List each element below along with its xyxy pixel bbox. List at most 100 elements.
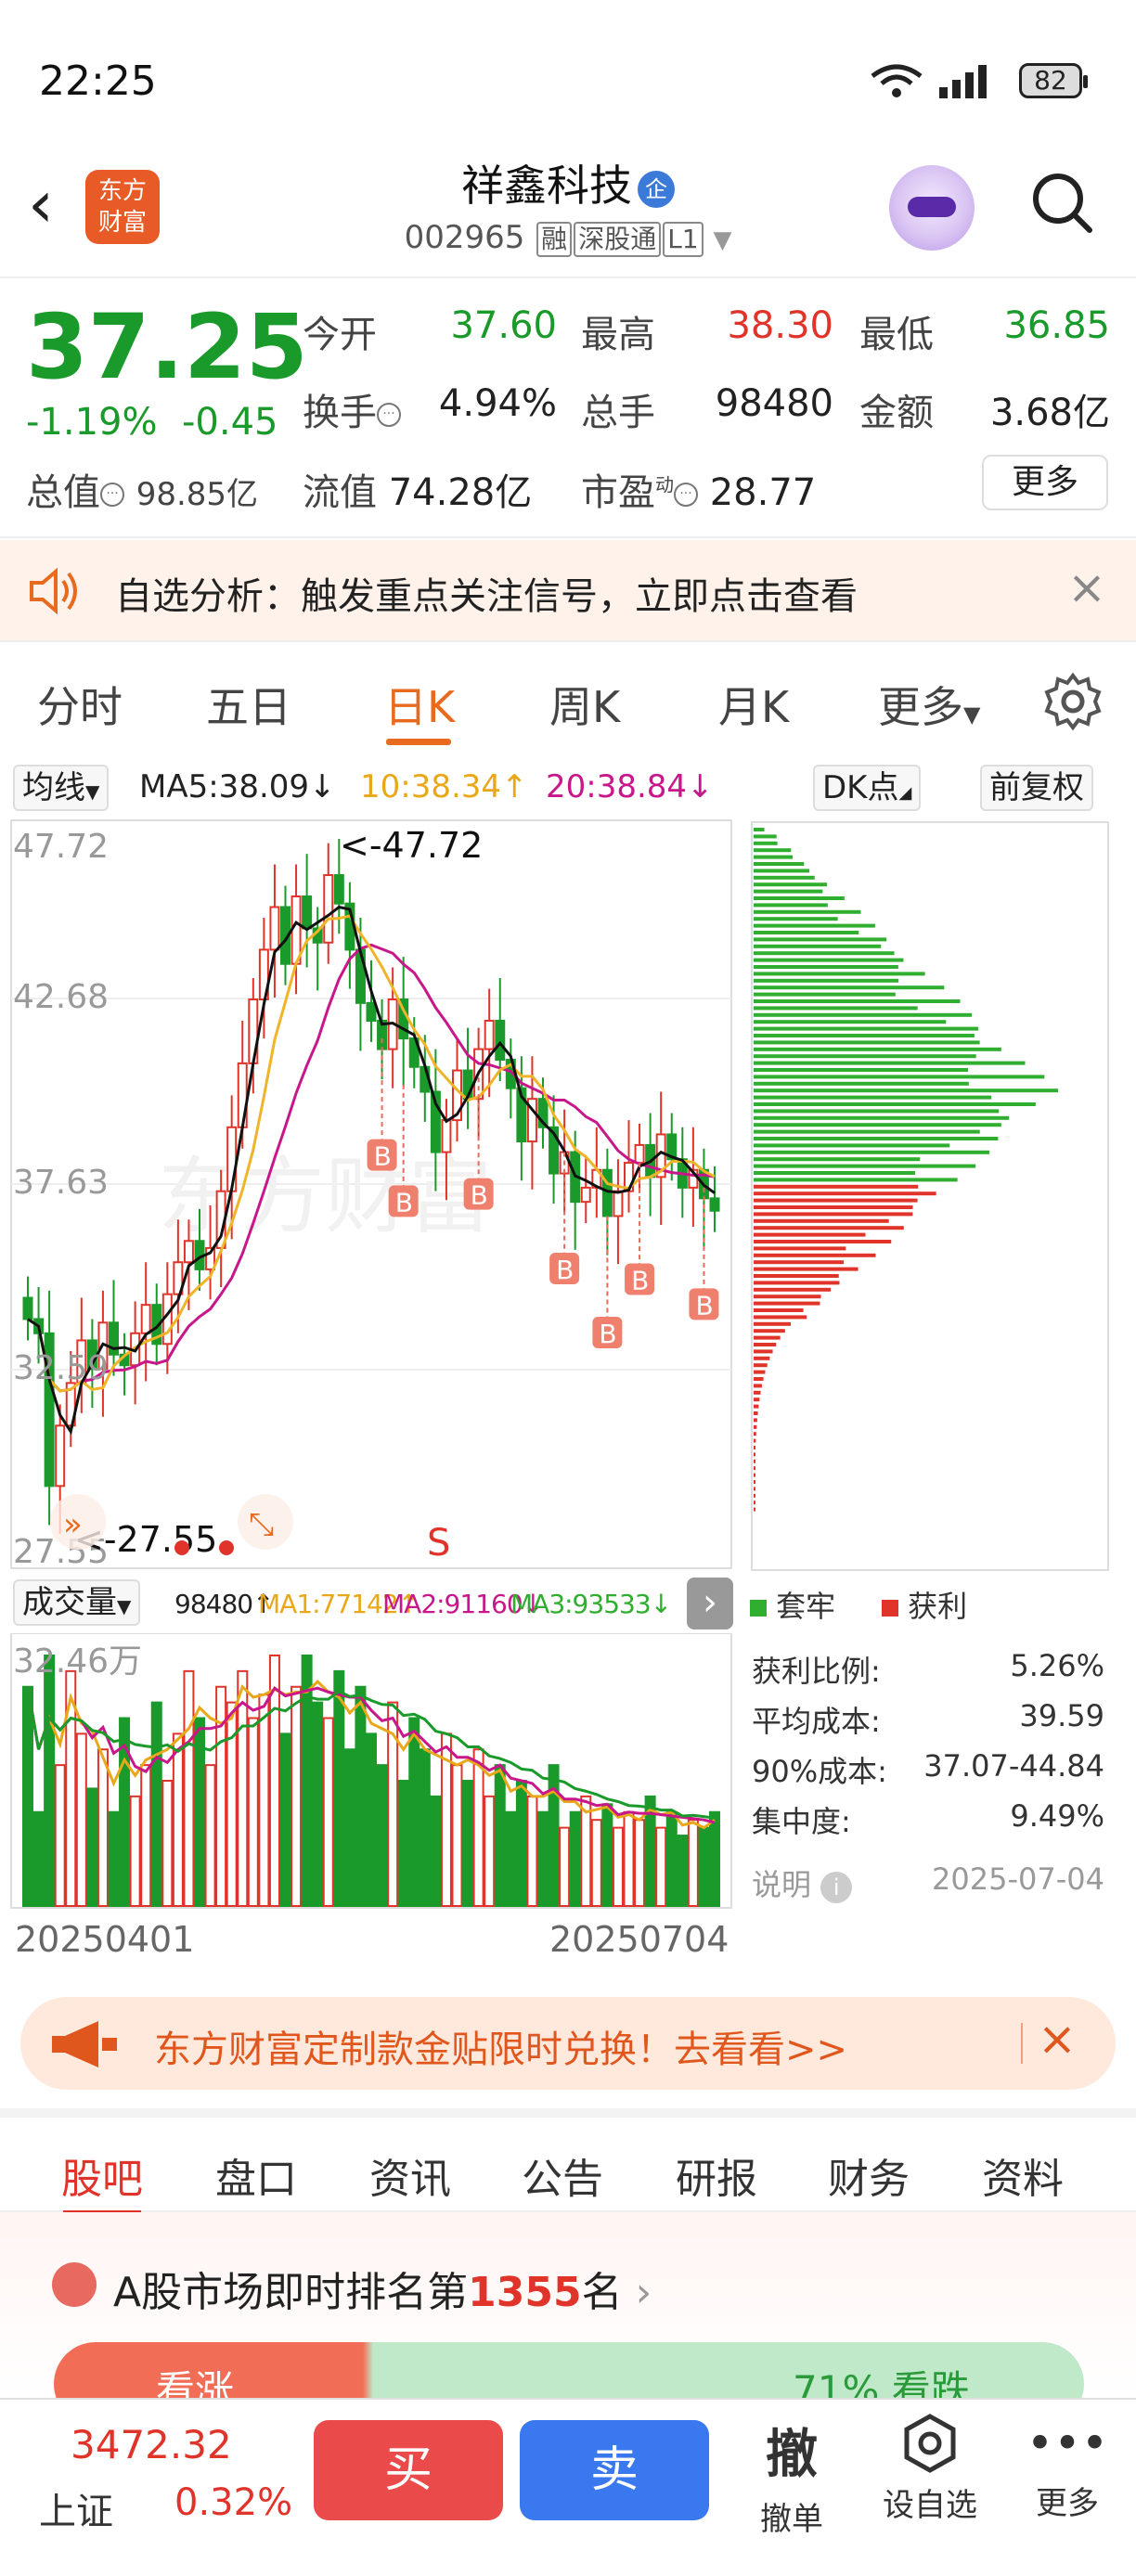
buy-marker-label: B [695, 1290, 713, 1320]
assistant-robot-icon[interactable] [889, 165, 975, 251]
sell-button[interactable]: 卖 [520, 2420, 709, 2520]
dropdown-triangle-icon: ▼ [713, 226, 732, 254]
chip-bar [754, 841, 778, 845]
chip-bar [754, 1205, 913, 1209]
tab-five-day[interactable]: 五日 [206, 674, 291, 735]
chip-bar [754, 972, 925, 976]
add-watchlist-button[interactable]: 设自选 [874, 2413, 986, 2525]
chip-bar [754, 992, 896, 997]
candle [601, 1168, 613, 1217]
chip-bar [754, 1397, 760, 1402]
search-icon[interactable] [1028, 169, 1093, 234]
more-button[interactable]: ••• 更多 [1021, 2413, 1114, 2523]
chip-bar [754, 1253, 876, 1257]
ma-selector[interactable]: 均线▼ [13, 765, 110, 811]
alert-banner[interactable]: 自选分析：触发重点关注信号，立即点击查看 × [0, 540, 1136, 642]
tab-news[interactable]: 资讯 [369, 2145, 451, 2205]
close-icon[interactable]: × [1067, 560, 1106, 614]
signal-dot [219, 1540, 234, 1555]
volume-bar [590, 1819, 602, 1907]
volume-bar [161, 1780, 174, 1907]
close-icon[interactable]: × [1038, 2012, 1077, 2066]
tab-daily-k[interactable]: 日K [384, 674, 455, 735]
amount-label: 金额 [859, 392, 934, 434]
chip-bar [754, 1171, 915, 1175]
status-time: 22:25 [39, 58, 157, 105]
market-cap: 总值 ··· 98.85亿 [26, 471, 259, 514]
chip-bar [754, 1081, 969, 1086]
index-value[interactable]: 3472.32 [71, 2422, 232, 2467]
active-tab-indicator [386, 739, 451, 745]
buy-marker-label: B [556, 1255, 574, 1285]
tab-orderbook[interactable]: 盘口 [215, 2145, 297, 2205]
y-label-4: 32.59 [13, 1349, 109, 1387]
tab-finance[interactable]: 财务 [828, 2145, 910, 2205]
chip-bar [754, 1418, 757, 1423]
volume-bar [526, 1795, 538, 1907]
stat-profit-ratio: 获利比例: 5.26% [752, 1648, 1104, 1689]
more-quote-button[interactable]: 更多 [982, 455, 1108, 510]
volume-bar [343, 1748, 355, 1907]
chip-bar [754, 965, 898, 969]
chip-bar [754, 1123, 1001, 1127]
tab-profile[interactable]: 资料 [982, 2145, 1064, 2205]
info-dot-icon[interactable]: ··· [674, 483, 698, 507]
volume-selector[interactable]: 成交量▼ [13, 1579, 141, 1626]
low-value: 36.85 [1003, 304, 1110, 347]
info-dot-icon[interactable]: ··· [100, 483, 124, 507]
chip-bar [754, 1281, 840, 1285]
chip-bar [754, 985, 945, 990]
chip-bar [754, 1501, 755, 1505]
chip-bar [754, 1452, 755, 1457]
dk-point-toggle[interactable]: DK点◢ [813, 765, 922, 811]
volume-bar [559, 1826, 571, 1907]
tab-monthly-k[interactable]: 月K [718, 674, 789, 735]
kline-chart[interactable]: 东方财富 47.72 42.68 37.63 32.59 27.55 <-47.… [0, 817, 742, 1578]
chip-bar [754, 1054, 976, 1059]
volume-chart[interactable]: 32.46万 [0, 1633, 742, 1912]
y-label-max: 47.72 [13, 828, 109, 866]
tab-forum[interactable]: 股吧 [61, 2145, 143, 2205]
volume-bar [505, 1810, 517, 1907]
turnover-label: 换手 ··· [303, 382, 401, 436]
tab-more[interactable]: 更多▼ [878, 674, 980, 735]
chip-bar [754, 1143, 950, 1148]
tab-intraday[interactable]: 分时 [37, 674, 123, 735]
wifi-icon [871, 64, 923, 97]
tab-weekly-k[interactable]: 周K [549, 674, 620, 735]
chip-bar [754, 1157, 921, 1162]
cancel-order-button[interactable]: 撤 撤单 [750, 2413, 833, 2539]
chip-bar [754, 1301, 820, 1306]
chip-bar [754, 917, 838, 921]
volume-bar [290, 1685, 303, 1907]
chip-bar [754, 1129, 980, 1134]
volume-bar [623, 1810, 635, 1907]
chip-distribution-chart[interactable] [750, 820, 1110, 1572]
volume-bar [484, 1795, 496, 1907]
volume-value: 98480 [715, 382, 833, 425]
chip-bar [754, 1240, 892, 1243]
chip-bar [754, 889, 823, 894]
volume-bar [258, 1694, 270, 1907]
enterprise-badge: 企 [638, 170, 675, 208]
watermark: 东方财富 [158, 1151, 492, 1243]
ma5-value: MA5:38.09↓ [139, 768, 336, 805]
tab-announcements[interactable]: 公告 [522, 2145, 603, 2205]
chip-note[interactable]: 说明 i 2025-07-04 [752, 1861, 1104, 1904]
volume-bar [601, 1803, 613, 1907]
promo-banner[interactable]: 东方财富定制款金贴限时兑换！去看看>> × [20, 1997, 1116, 2090]
expand-right-icon[interactable]: › [687, 1578, 733, 1629]
volume-bar [430, 1795, 442, 1907]
market-rank-card[interactable]: A股市场即时排名第1355名 › 看涨 71% 看跌 [0, 2212, 1136, 2426]
adjust-toggle[interactable]: 前复权 [980, 765, 1093, 811]
chip-bar [754, 1329, 785, 1333]
change-amount: -0.45 [182, 401, 278, 444]
info-dot-icon[interactable]: ··· [377, 403, 401, 427]
tab-research[interactable]: 研报 [676, 2145, 757, 2205]
hexagon-icon [904, 2414, 956, 2473]
chip-bar [754, 1370, 766, 1374]
signal-icon [939, 65, 987, 98]
settings-gear-icon[interactable] [1043, 672, 1103, 731]
buy-button[interactable]: 买 [314, 2420, 503, 2520]
chip-bar [754, 923, 875, 928]
